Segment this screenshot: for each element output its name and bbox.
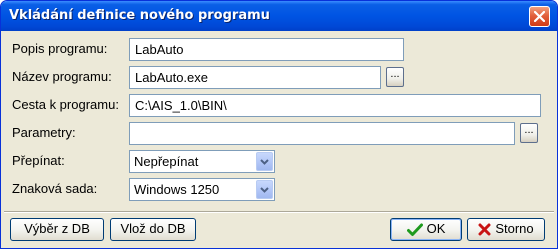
vyber-z-db-label: Výběr z DB (24, 221, 90, 236)
storno-button[interactable]: Storno (467, 218, 545, 241)
dialog-window: Vkládání definice nového programu Popis … (0, 0, 558, 249)
dialog-body: Popis programu: LabAuto Název programu: … (4, 31, 554, 245)
popis-label: Popis programu: (12, 41, 108, 56)
znakova-label: Znaková sada: (12, 181, 98, 196)
checkmark-icon (406, 223, 423, 236)
cesta-label: Cesta k programu: (12, 97, 119, 112)
ok-button[interactable]: OK (390, 218, 462, 241)
close-button[interactable] (529, 6, 550, 27)
prepinat-selected-value: Nepřepínat (134, 154, 199, 169)
prepinat-select[interactable]: Nepřepínat (129, 150, 275, 173)
storno-label: Storno (495, 221, 534, 236)
nazev-label: Název programu: (12, 69, 112, 84)
vyber-z-db-button[interactable]: Výběr z DB (10, 218, 104, 241)
znakova-dropdown-button[interactable] (256, 180, 273, 199)
cancel-x-icon (478, 223, 491, 236)
ok-label: OK (426, 221, 446, 236)
button-separator (4, 211, 554, 213)
popis-input[interactable]: LabAuto (129, 38, 404, 61)
nazev-input[interactable]: LabAuto.exe (129, 66, 381, 89)
prepinat-label: Přepínat: (12, 153, 65, 168)
parametry-input[interactable] (129, 122, 515, 145)
chevron-down-icon (260, 159, 269, 165)
vloz-do-db-button[interactable]: Vlož do DB (110, 218, 196, 241)
close-icon (534, 11, 545, 22)
title-bar[interactable]: Vkládání definice nového programu (1, 1, 557, 31)
parametry-label: Parametry: (12, 125, 76, 140)
parametry-browse-button[interactable]: ... (520, 123, 538, 143)
prepinat-dropdown-button[interactable] (256, 152, 273, 171)
znakova-selected-value: Windows 1250 (134, 182, 220, 197)
chevron-down-icon (260, 187, 269, 193)
vloz-do-db-label: Vlož do DB (120, 221, 186, 236)
cesta-input[interactable]: C:\AIS_1.0\BIN\ (129, 94, 541, 117)
window-title: Vkládání definice nového programu (9, 8, 270, 23)
znakova-select[interactable]: Windows 1250 (129, 178, 275, 201)
nazev-browse-button[interactable]: ... (386, 67, 404, 87)
